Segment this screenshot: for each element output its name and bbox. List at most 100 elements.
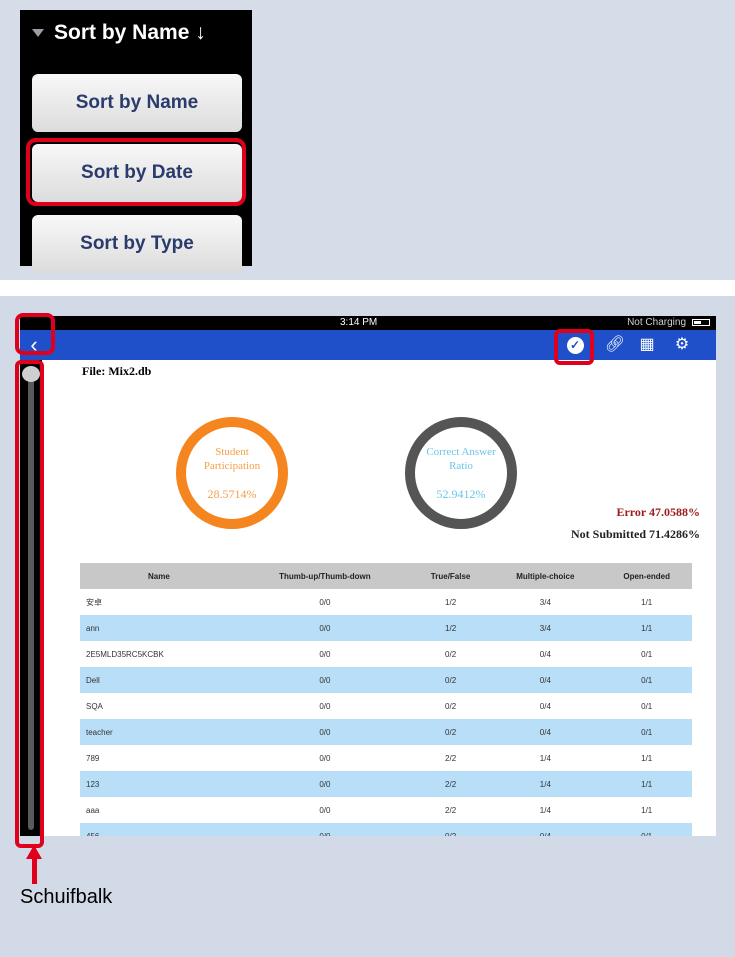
highlight-back-button [15,313,55,355]
table-row[interactable]: aaa 0/0 2/2 1/4 1/1 [80,797,692,823]
device-screen: 3:14 PM Not Charging ‹ ✓ 🔗︎ ▦ ⚙ File: Mi… [20,316,716,836]
status-bar: 3:14 PM Not Charging [20,316,716,330]
table-row[interactable]: ann 0/0 1/2 3/4 1/1 [80,615,692,641]
correct-ratio-gauge: Correct Answer Ratio 52.9412% [405,417,517,529]
table-cell: 1/1 [641,753,653,763]
table-cell: 0/2 [411,719,490,745]
table-cell: 0/0 [319,649,331,659]
sort-by-type-button[interactable]: Sort by Type [32,215,242,273]
table-cell: 0/4 [489,823,602,836]
table-cell: 2E5MLD35RC5KCBK [86,649,164,659]
table-cell: 0/0 [319,753,331,763]
arrow-shaft [32,857,37,884]
table-cell: 0/1 [601,719,692,745]
status-time: 3:14 PM [340,317,378,328]
table-row[interactable]: Dell 0/0 0/2 0/4 0/1 [80,667,692,693]
table-cell: 0/0 [237,615,412,641]
table-cell: 1/4 [489,771,602,797]
link-button[interactable]: 🔗︎ [603,334,627,356]
sort-by-name-button[interactable]: Sort by Name [32,74,242,132]
table-cell: 0/4 [489,719,602,745]
error-percentage: Error 47.0588% [616,505,700,519]
link-icon: 🔗︎ [604,336,626,353]
sort-header-label: Sort by Name ↓ [54,21,206,44]
table-cell: 0/0 [237,771,412,797]
column-header: Multiple-choice [489,563,602,589]
table-cell: 0/1 [641,701,653,711]
gauge-label: Correct Answer Ratio [426,445,496,472]
table-cell: 1/1 [601,615,692,641]
table-cell: 0/0 [237,667,412,693]
results-table: Name Thumb-up/Thumb-down True/False Mult… [80,563,692,836]
gauge-value: 52.9412% [436,486,486,501]
table-cell: 789 [86,753,100,763]
table-cell: Dell [80,667,238,693]
column-header: Open-ended [601,563,692,589]
table-row[interactable]: 安卓 0/0 1/2 3/4 1/1 [80,589,692,615]
table-cell: 0/4 [489,667,602,693]
battery-status: Not Charging [627,317,686,328]
gauge-value: 28.5714% [207,486,257,501]
table-cell: aaa [86,805,100,815]
table-cell: 1/1 [641,597,653,607]
table-cell: 0/2 [411,823,490,836]
file-label: File: Mix2.db [82,364,152,378]
highlight-scrollbar [15,360,44,848]
table-cell: 456 [80,823,238,836]
sort-dropdown-header[interactable]: Sort by Name ↓ [20,10,252,56]
sort-menu-panel: Sort by Name ↓ Sort by Name Sort by Date… [0,0,735,280]
table-cell: 2/2 [445,805,457,815]
table-cell: 1/1 [601,771,692,797]
table-cell: 0/1 [601,667,692,693]
table-cell: 0/0 [319,701,331,711]
table-cell: 0/1 [641,649,653,659]
participation-gauge: Student Participation 28.5714% [176,417,288,529]
gauge-label: Student Participation [203,445,261,472]
battery-icon [692,319,710,326]
table-cell: 1/2 [411,615,490,641]
table-cell: 0/0 [319,597,331,607]
dropdown-triangle-icon [32,29,44,37]
table-cell: 0/2 [411,667,490,693]
table-cell: 3/4 [489,615,602,641]
table-cell: 1/4 [539,805,551,815]
table-cell: 0/2 [445,701,457,711]
column-header: True/False [411,563,490,589]
table-row[interactable]: SQA 0/0 0/2 0/4 0/1 [80,693,692,719]
table-cell: teacher [80,719,238,745]
settings-button[interactable]: ⚙ [670,334,694,356]
grid-icon: ▦ [639,336,655,353]
table-header-row: Name Thumb-up/Thumb-down True/False Mult… [80,563,692,589]
table-cell: SQA [86,701,103,711]
table-cell: 0/2 [445,649,457,659]
table-row[interactable]: 2E5MLD35RC5KCBK 0/0 0/2 0/4 0/1 [80,641,692,667]
table-cell: 2/2 [445,753,457,763]
scrollbar-caption: Schuifbalk [20,886,113,908]
table-row[interactable]: 789 0/0 2/2 1/4 1/1 [80,745,692,771]
table-cell: 0/4 [539,649,551,659]
table-cell: 1/4 [539,753,551,763]
table-cell: 1/1 [641,805,653,815]
table-row[interactable]: 123 0/0 2/2 1/4 1/1 [80,771,692,797]
nav-bar: ‹ ✓ 🔗︎ ▦ ⚙ [20,330,716,360]
table-cell: 0/4 [539,701,551,711]
table-row[interactable]: 456 0/0 0/2 0/4 0/1 [80,823,692,836]
grid-button[interactable]: ▦ [635,334,659,356]
table-cell: 3/4 [539,597,551,607]
table-cell: 0/0 [237,823,412,836]
table-cell: 0/1 [601,823,692,836]
table-cell: 2/2 [411,771,490,797]
table-row[interactable]: teacher 0/0 0/2 0/4 0/1 [80,719,692,745]
highlight-report-button [554,329,594,365]
report-content: File: Mix2.db Student Participation 28.5… [42,360,716,836]
table-cell: 0/0 [237,719,412,745]
highlight-sort-by-date [26,138,246,206]
column-header: Name [80,563,238,589]
gear-icon: ⚙ [674,336,690,353]
column-header: Thumb-up/Thumb-down [237,563,412,589]
table-cell: 123 [80,771,238,797]
table-cell: 0/0 [319,805,331,815]
not-submitted-percentage: Not Submitted 71.4286% [570,527,700,541]
table-cell: 1/2 [445,597,457,607]
table-cell: 安卓 [86,597,102,607]
